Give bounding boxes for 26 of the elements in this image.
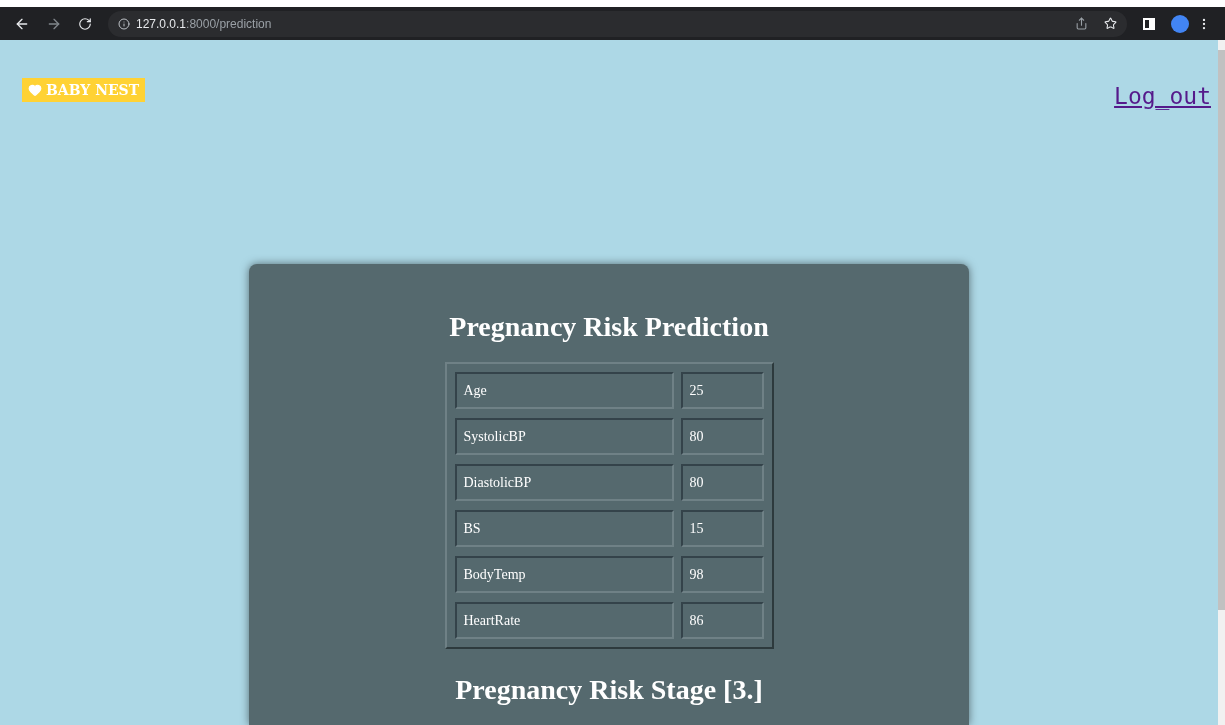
table-cell: BS <box>454 509 674 547</box>
info-icon[interactable] <box>118 17 130 30</box>
scrollbar[interactable] <box>1218 40 1225 725</box>
table-cell: 25 <box>680 371 764 409</box>
risk-stage-result: Pregnancy Risk Stage [3.] <box>455 672 763 707</box>
table-cell: 80 <box>680 417 764 455</box>
table-cell: HeartRate <box>454 601 674 639</box>
logout-link[interactable]: Log_out <box>1114 79 1211 114</box>
reload-icon[interactable] <box>78 16 92 31</box>
address-text: 127.0.0.1:8000/prediction <box>136 15 272 33</box>
table-cell: 15 <box>680 509 764 547</box>
table-cell: Age <box>454 371 674 409</box>
table-cell: SystolicBP <box>454 417 674 455</box>
table-cell: 80 <box>680 463 764 501</box>
address-bar[interactable]: 127.0.0.1:8000/prediction <box>108 10 1127 37</box>
table-cell: DiastolicBP <box>454 463 674 501</box>
logo-text: BABY NEST <box>46 80 140 100</box>
card-title: Pregnancy Risk Prediction <box>449 309 769 344</box>
side-panel-icon[interactable] <box>1143 17 1155 30</box>
table-cell: BodyTemp <box>454 555 674 593</box>
heart-icon <box>28 83 42 97</box>
table-cell: 86 <box>680 601 764 639</box>
profile-avatar[interactable] <box>1171 14 1189 33</box>
table-cell: 98 <box>680 555 764 593</box>
bookmark-star-icon[interactable] <box>1104 17 1117 30</box>
share-icon[interactable] <box>1075 17 1088 30</box>
